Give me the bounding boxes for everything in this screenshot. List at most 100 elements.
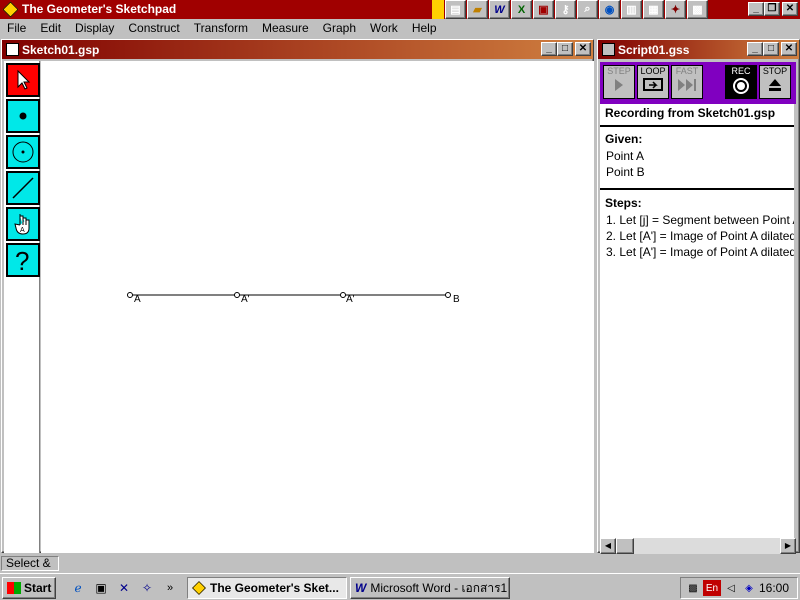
step-item: 1. Let [j] = Segment between Point A bbox=[606, 213, 794, 227]
given-item: Point A bbox=[606, 149, 645, 163]
given-item: Point B bbox=[606, 165, 645, 179]
loop-button[interactable]: LOOP bbox=[637, 65, 669, 99]
word-icon[interactable]: W bbox=[489, 0, 510, 19]
point-b[interactable] bbox=[445, 292, 451, 298]
section-divider bbox=[600, 188, 794, 190]
step-button[interactable]: STEP bbox=[603, 65, 635, 99]
status-bar: Select & bbox=[0, 555, 800, 572]
svg-text:?: ? bbox=[15, 246, 29, 274]
menu-help[interactable]: Help bbox=[405, 19, 444, 38]
selection-arrow-tool[interactable] bbox=[6, 63, 40, 97]
app-titlebar[interactable]: The Geometer's Sketchpad ▤ ▰ W X ▣ ⚷ ⌕ ◉… bbox=[0, 0, 800, 19]
construction-drawing bbox=[127, 292, 451, 298]
recording-source: Recording from Sketch01.gsp bbox=[605, 106, 776, 120]
close-icon[interactable]: ✕ bbox=[575, 42, 591, 56]
menu-work[interactable]: Work bbox=[363, 19, 405, 38]
start-button[interactable]: Start bbox=[2, 577, 56, 599]
line-segment-icon bbox=[12, 177, 34, 199]
binder-icon[interactable]: ▥ bbox=[621, 0, 642, 19]
menu-file[interactable]: File bbox=[0, 19, 33, 38]
rec-button[interactable]: REC bbox=[725, 65, 757, 99]
scroll-right-icon[interactable]: ▶ bbox=[780, 538, 796, 554]
point-a-prime-1[interactable] bbox=[234, 292, 240, 298]
question-mark-icon: ? bbox=[15, 246, 29, 274]
close-icon[interactable]: ✕ bbox=[781, 42, 797, 56]
system-tray: ▩ En ◁ ◈ 16:00 bbox=[680, 577, 798, 599]
find-icon[interactable]: ⌕ bbox=[577, 0, 598, 19]
briefcase-icon[interactable]: ▦ bbox=[643, 0, 664, 19]
minimize-icon[interactable]: _ bbox=[541, 42, 557, 56]
close-icon[interactable]: ✕ bbox=[782, 2, 798, 16]
volume-icon[interactable]: ◁ bbox=[723, 580, 739, 596]
menu-display[interactable]: Display bbox=[68, 19, 121, 38]
sketchpad-task-icon bbox=[192, 581, 206, 595]
internet-icon[interactable]: ◉ bbox=[599, 0, 620, 19]
step-item: 2. Let [A'] = Image of Point A dilated bbox=[606, 229, 794, 243]
compass-tool[interactable] bbox=[6, 135, 40, 169]
sketch-titlebar[interactable]: Sketch01.gsp _ □ ✕ bbox=[2, 40, 593, 59]
menu-measure[interactable]: Measure bbox=[255, 19, 316, 38]
menu-transform[interactable]: Transform bbox=[187, 19, 255, 38]
menu-construct[interactable]: Construct bbox=[121, 19, 186, 38]
script-titlebar[interactable]: Script01.gss _ □ ✕ bbox=[598, 40, 799, 59]
office-menu-icon[interactable] bbox=[432, 0, 444, 19]
loop-label: LOOP bbox=[640, 66, 666, 76]
sketch-canvas[interactable]: A A' A' B bbox=[41, 61, 594, 553]
script-controls: STEP LOOP FAST REC STOP bbox=[600, 62, 796, 104]
excel-icon[interactable]: X bbox=[511, 0, 532, 19]
point-icon bbox=[19, 112, 27, 120]
maximize-icon[interactable]: □ bbox=[557, 42, 573, 56]
point-tool[interactable] bbox=[6, 99, 40, 133]
screen-icon[interactable]: ▩ bbox=[687, 0, 708, 19]
task-word[interactable]: W Microsoft Word - เอกสาร1 bbox=[350, 577, 510, 599]
label-a[interactable]: A bbox=[134, 294, 141, 305]
fast-button[interactable]: FAST bbox=[671, 65, 703, 99]
open-folder-icon[interactable]: ▰ bbox=[467, 0, 488, 19]
minimize-icon[interactable]: _ bbox=[747, 42, 763, 56]
sketch-window-controls: _ □ ✕ bbox=[541, 42, 591, 56]
label-a-prime-1[interactable]: A' bbox=[241, 294, 250, 305]
office-shortcut-bar: ▤ ▰ W X ▣ ⚷ ⌕ ◉ ▥ ▦ ✦ ▩ bbox=[432, 0, 709, 19]
horizontal-scrollbar[interactable]: ◀ ▶ bbox=[600, 538, 796, 554]
straightedge-tool[interactable] bbox=[6, 171, 40, 205]
chat-icon[interactable]: ◈ bbox=[741, 580, 757, 596]
point-a[interactable] bbox=[127, 292, 133, 298]
scroll-thumb[interactable] bbox=[616, 538, 634, 554]
access-icon[interactable]: ⚷ bbox=[555, 0, 576, 19]
new-document-icon[interactable]: ▤ bbox=[445, 0, 466, 19]
restore-icon[interactable]: ❐ bbox=[764, 2, 780, 16]
stop-label: STOP bbox=[762, 66, 788, 76]
desktop-icon[interactable]: ▣ bbox=[91, 578, 111, 598]
stop-button[interactable]: STOP bbox=[759, 65, 791, 99]
sketchpad-app-icon bbox=[2, 1, 19, 18]
fast-forward-icon bbox=[678, 79, 696, 91]
taskbar: Start ℯ ▣ ✕ ✧ » The Geometer's Sket... W… bbox=[0, 573, 800, 600]
network-icon[interactable]: ▩ bbox=[685, 580, 701, 596]
windows-logo-icon bbox=[7, 582, 21, 594]
quicklaunch-tool-icon[interactable]: ✧ bbox=[137, 578, 157, 598]
tools-icon[interactable]: ✦ bbox=[665, 0, 686, 19]
menu-edit[interactable]: Edit bbox=[33, 19, 68, 38]
scroll-left-icon[interactable]: ◀ bbox=[600, 538, 616, 554]
point-a-prime-2[interactable] bbox=[340, 292, 346, 298]
text-tool[interactable]: A bbox=[6, 207, 40, 241]
language-indicator[interactable]: En bbox=[703, 580, 721, 596]
minimize-icon[interactable]: _ bbox=[748, 2, 764, 16]
toolbox: A ? bbox=[4, 61, 40, 553]
quicklaunch-more-icon[interactable]: » bbox=[160, 578, 180, 598]
steps-title: Steps: bbox=[605, 196, 642, 210]
powerpoint-icon[interactable]: ▣ bbox=[533, 0, 554, 19]
label-a-prime-2[interactable]: A' bbox=[346, 294, 355, 305]
label-b[interactable]: B bbox=[453, 294, 460, 305]
quicklaunch-app-icon[interactable]: ✕ bbox=[114, 578, 134, 598]
maximize-icon[interactable]: □ bbox=[763, 42, 779, 56]
script-content[interactable]: Recording from Sketch01.gsp Given: Point… bbox=[600, 104, 794, 538]
menu-graph[interactable]: Graph bbox=[316, 19, 363, 38]
hand-label-icon: A bbox=[14, 214, 30, 235]
fast-label: FAST bbox=[675, 66, 699, 76]
task-sketchpad[interactable]: The Geometer's Sket... bbox=[187, 577, 347, 599]
clock: 16:00 bbox=[758, 581, 790, 595]
status-text: Select & bbox=[1, 556, 59, 571]
help-tool[interactable]: ? bbox=[6, 243, 40, 277]
internet-explorer-icon[interactable]: ℯ bbox=[68, 578, 88, 598]
